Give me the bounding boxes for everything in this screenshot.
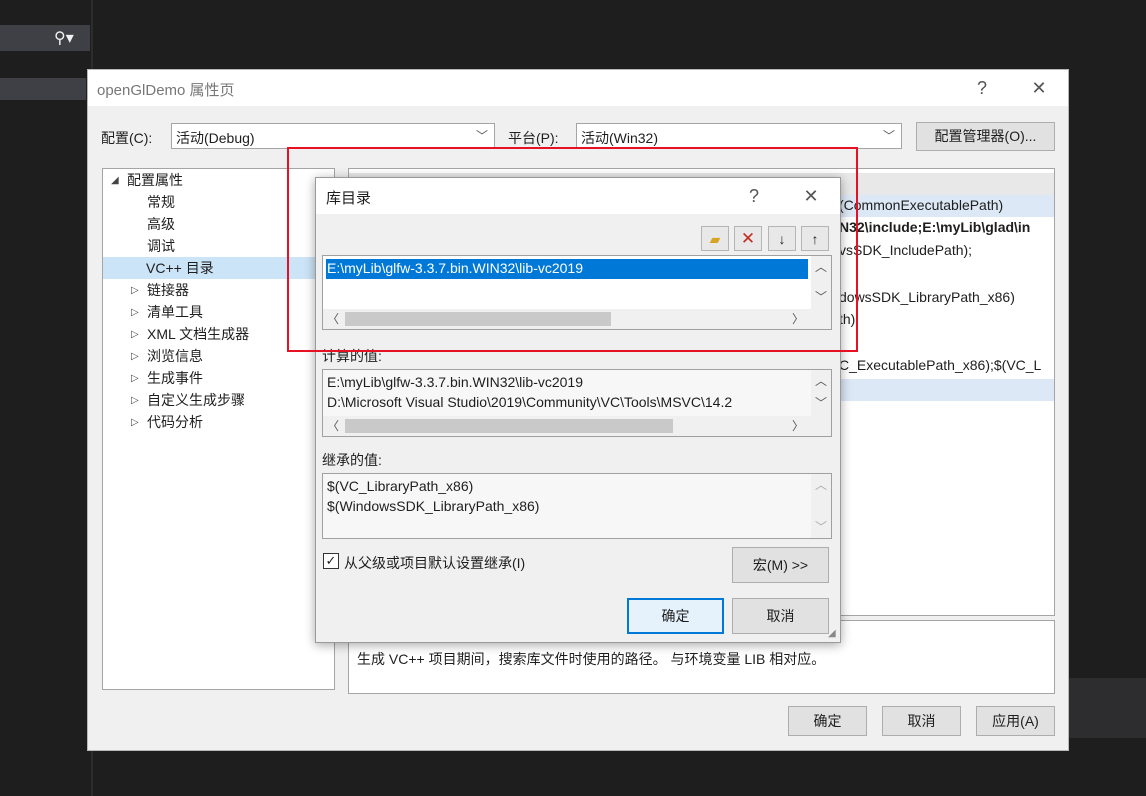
inherited-entry: $(VC_LibraryPath_x86) [327, 478, 474, 494]
platform-value: 活动(Win32) [581, 130, 659, 146]
collapsed-icon: ▷ [131, 307, 139, 318]
scroll-up-icon[interactable]: ︿ [811, 372, 831, 390]
tree-item-browse-info[interactable]: 浏览信息 [147, 345, 203, 367]
collapsed-icon: ▷ [131, 329, 139, 340]
checkmark-icon: ✓ [325, 553, 337, 568]
tree-item-debugging[interactable]: 调试 [147, 235, 175, 257]
inherited-values-list: $(VC_LibraryPath_x86) $(WindowsSDK_Libra… [322, 473, 832, 539]
collapsed-icon: ▷ [131, 351, 139, 362]
collapsed-icon: ▷ [131, 417, 139, 428]
tree-item-code-analysis[interactable]: 代码分析 [147, 411, 203, 433]
window-titlebar: openGlDemo 属性页 ? ✕ [88, 70, 1068, 106]
chevron-down-icon: ﹀ [882, 129, 895, 143]
resize-grip-icon[interactable]: ◢ [828, 628, 836, 639]
computed-entry: E:\myLib\glfw-3.3.7.bin.WIN32\lib-vc2019 [327, 374, 583, 390]
close-button[interactable]: ✕ [1025, 74, 1053, 102]
computed-entry: D:\Microsoft Visual Studio\2019\Communit… [327, 394, 733, 410]
config-value: 活动(Debug) [176, 130, 255, 146]
chevron-down-icon: ﹀ [475, 129, 488, 143]
collapsed-icon: ▷ [131, 285, 139, 296]
scroll-thumb[interactable] [345, 419, 673, 433]
platform-select[interactable]: 活动(Win32) ﹀ [576, 123, 902, 149]
platform-label: 平台(P): [508, 130, 559, 146]
dialog-cancel-button[interactable]: 取消 [732, 598, 829, 634]
window-title: openGlDemo 属性页 [97, 82, 235, 99]
computed-values-list: E:\myLib\glfw-3.3.7.bin.WIN32\lib-vc2019… [322, 369, 832, 437]
search-icon[interactable]: ⚲▾ [54, 28, 84, 48]
scroll-left-icon[interactable]: 〈 [323, 417, 343, 435]
tree-item-general[interactable]: 常规 [147, 191, 175, 213]
collapsed-icon: ▷ [131, 395, 139, 406]
description-text: 生成 VC++ 项目期间，搜索库文件时使用的路径。 与环境变量 LIB 相对应。 [357, 651, 826, 667]
dialog-ok-button[interactable]: 确定 [627, 598, 724, 634]
grid-value: (CommonExecutablePath) [839, 197, 1004, 213]
horizontal-scrollbar[interactable]: 〈 〉 [323, 416, 831, 436]
config-label: 配置(C): [101, 130, 153, 146]
tree-item-xml-doc[interactable]: XML 文档生成器 [147, 323, 249, 345]
highlight-annotation-box [287, 147, 858, 352]
cancel-button[interactable]: 取消 [882, 706, 961, 736]
tree-item-custom-build[interactable]: 自定义生成步骤 [147, 389, 245, 411]
apply-button[interactable]: 应用(A) [976, 706, 1055, 736]
ide-toolbar-strip [0, 78, 86, 100]
inherit-checkbox[interactable]: ✓ [323, 553, 339, 569]
grid-value: dowsSDK_LibraryPath_x86) [839, 289, 1015, 305]
scroll-right-icon[interactable]: 〉 [788, 417, 808, 435]
macros-button[interactable]: 宏(M) >> [732, 547, 829, 583]
config-select[interactable]: 活动(Debug) ﹀ [171, 123, 495, 149]
grid-value: vsSDK_IncludePath); [839, 242, 973, 258]
tree-item-build-events[interactable]: 生成事件 [147, 367, 203, 389]
grid-value: N32\include;E:\myLib\glad\in [839, 219, 1031, 235]
help-button[interactable]: ? [968, 74, 996, 102]
vertical-scrollbar[interactable]: ︿ ﹀ [811, 474, 831, 538]
scroll-down-icon[interactable]: ﹀ [811, 518, 831, 536]
inherited-values-label: 继承的值: [322, 452, 382, 468]
tree-item-advanced[interactable]: 高级 [147, 213, 175, 235]
scroll-down-icon[interactable]: ﹀ [811, 394, 831, 412]
expanded-icon: ◢ [111, 175, 119, 186]
collapsed-icon: ▷ [131, 373, 139, 384]
inherited-entry: $(WindowsSDK_LibraryPath_x86) [327, 498, 540, 514]
grid-value: C_ExecutablePath_x86);$(VC_L [839, 357, 1042, 373]
tree-item-root[interactable]: 配置属性 [127, 169, 183, 191]
scroll-up-icon[interactable]: ︿ [811, 476, 831, 494]
vertical-scrollbar[interactable]: ︿ ﹀ [811, 370, 831, 416]
tree-item-linker[interactable]: 链接器 [147, 279, 189, 301]
ide-status-area [1069, 678, 1146, 738]
ok-button[interactable]: 确定 [788, 706, 867, 736]
tree-item-manifest-tool[interactable]: 清单工具 [147, 301, 203, 323]
config-manager-button[interactable]: 配置管理器(O)... [916, 122, 1055, 151]
inherit-checkbox-label[interactable]: 从父级或项目默认设置继承(I) [344, 553, 525, 573]
